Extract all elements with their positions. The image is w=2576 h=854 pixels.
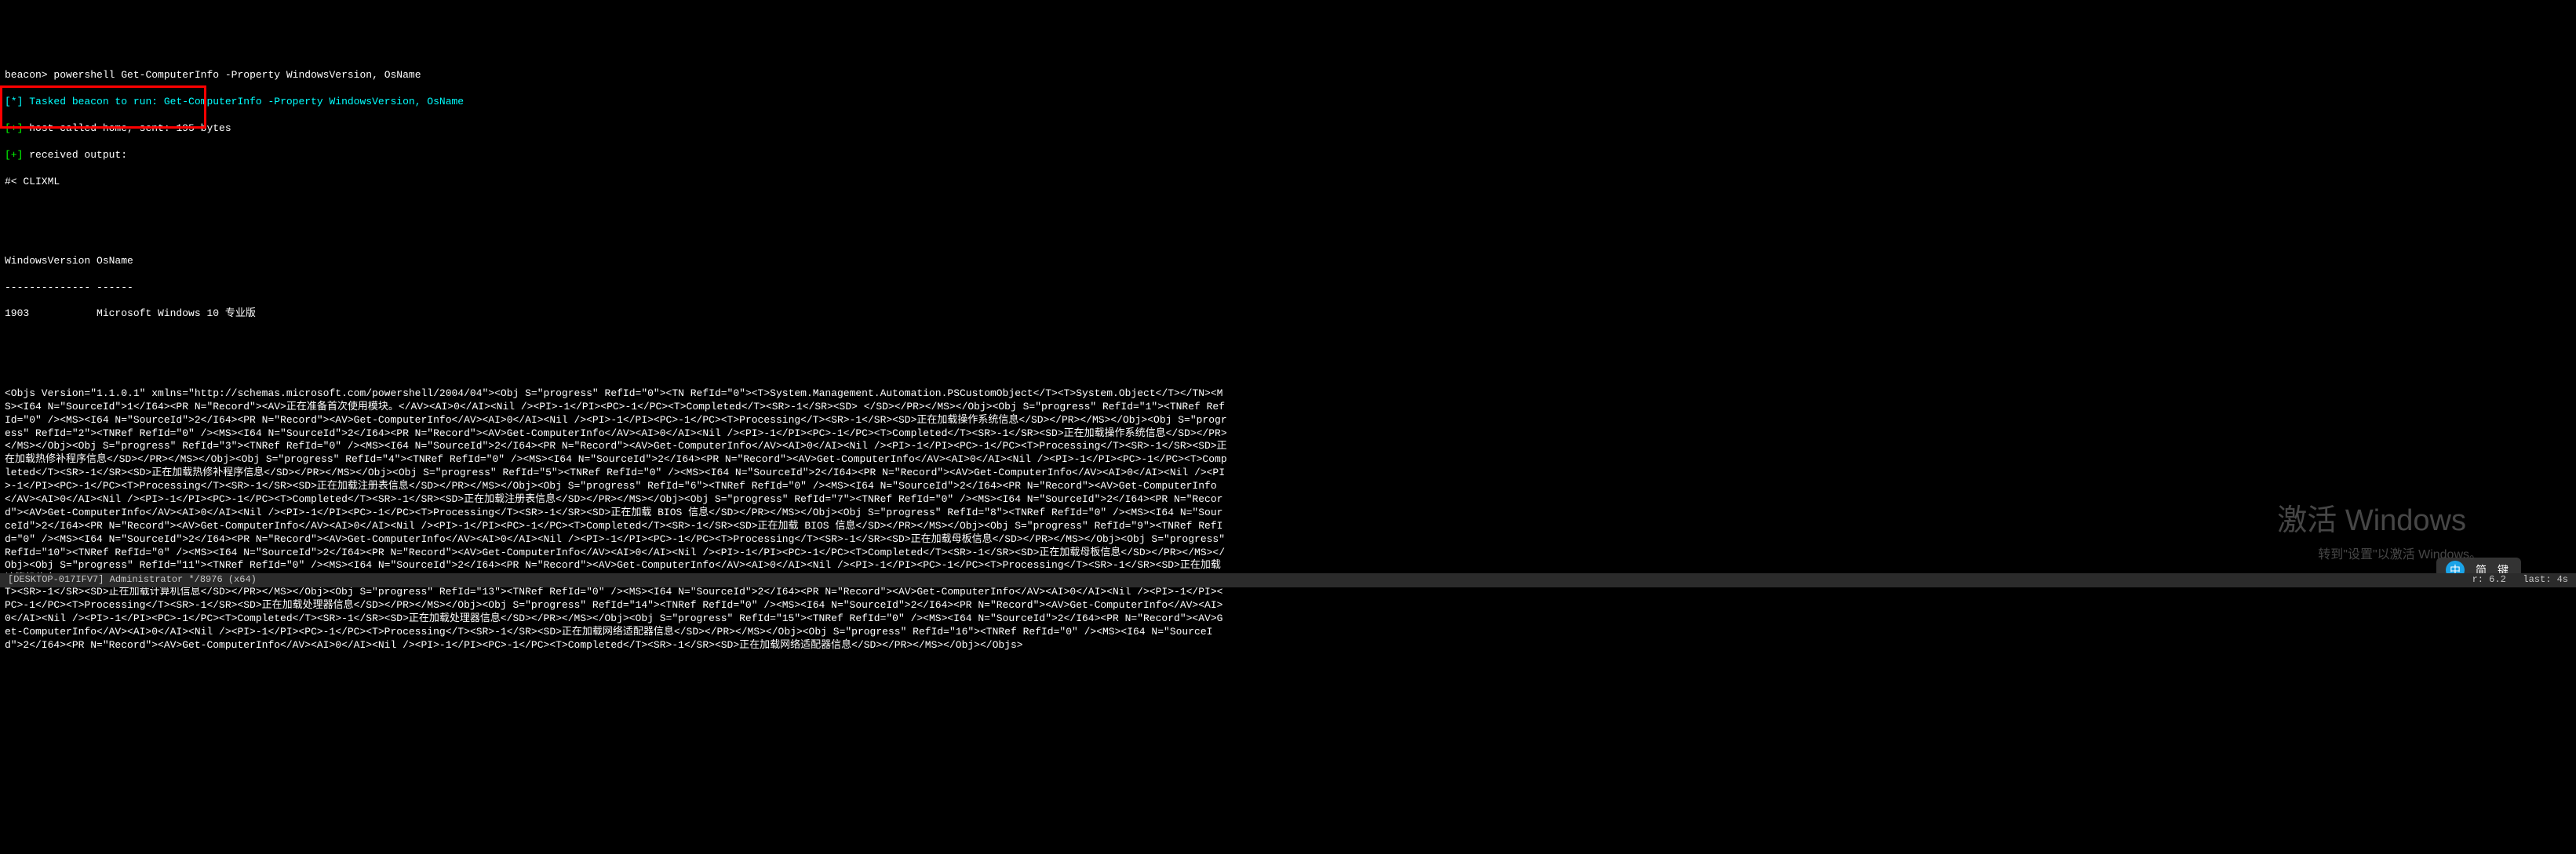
clixml-output: <Objs Version="1.1.0.1" xmlns="http://sc… [5,387,1227,652]
table-separator: -------------- ------ [5,282,2571,295]
status-bar: [DESKTOP-017IFV7] Administrator */8976 (… [0,573,2576,587]
windows-activate-title: 激活 Windows [2277,502,2466,540]
home-line: host called home, sent: 195 bytes [29,122,231,134]
tasked-prefix: [*] [5,96,23,107]
recv-prefix: [+] [5,149,23,161]
status-right: r: 6.2 last: 4s [2472,574,2568,587]
status-left: [DESKTOP-017IFV7] Administrator */8976 (… [8,574,257,587]
table-header: WindowsVersion OsName [5,255,2571,268]
tasked-line: Tasked beacon to run: Get-ComputerInfo -… [29,96,464,107]
table-row: 1903 Microsoft Windows 10 专业版 [5,307,2571,321]
command-text: powershell Get-ComputerInfo -Property Wi… [53,69,421,81]
recv-line: received output: [29,149,127,161]
clixml-marker: #< CLIXML [5,176,2571,189]
beacon-prompt: beacon> [5,69,48,81]
home-prefix: [+] [5,122,23,134]
